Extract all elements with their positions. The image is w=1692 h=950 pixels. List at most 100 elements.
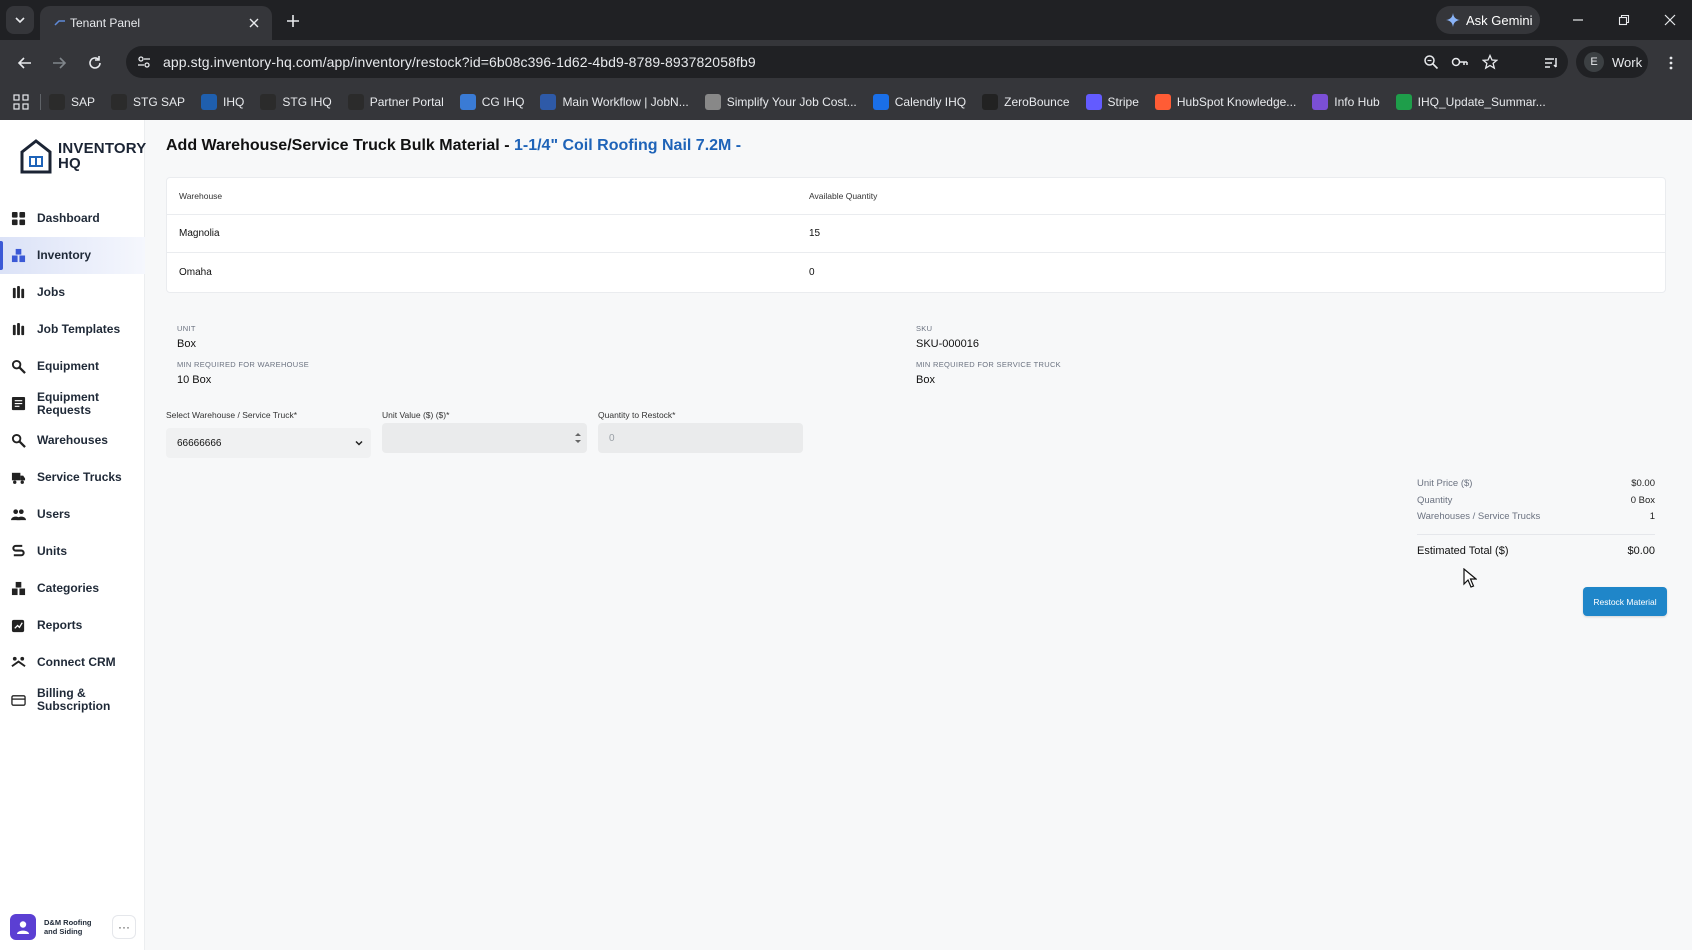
bookmark-item[interactable]: IHQ: [201, 94, 244, 110]
bookmark-star-icon[interactable]: [1481, 53, 1499, 71]
sidebar-item-equipment-requests[interactable]: Equipment Requests: [0, 385, 145, 422]
sidebar-item-categories[interactable]: Categories: [0, 570, 145, 607]
bookmark-label: STG IHQ: [282, 95, 332, 109]
plus-icon: [287, 15, 299, 27]
bookmark-item[interactable]: HubSpot Knowledge...: [1154, 94, 1296, 110]
sidebar-item-label: Jobs: [37, 285, 66, 299]
restore-button[interactable]: [1611, 8, 1637, 32]
estimated-total-label: Estimated Total ($): [1417, 544, 1509, 557]
new-tab-button[interactable]: [280, 8, 306, 34]
bookmark-item[interactable]: Simplify Your Job Cost...: [704, 94, 857, 110]
column-header-warehouse[interactable]: Warehouse: [179, 191, 222, 201]
sidebar-item-users[interactable]: Users: [0, 496, 145, 533]
site-info-icon[interactable]: [134, 52, 154, 72]
bookmark-item[interactable]: Info Hub: [1312, 94, 1380, 110]
bookmark-item[interactable]: Calendly IHQ: [872, 94, 967, 110]
sidebar-item-jobs[interactable]: Jobs: [0, 274, 145, 311]
profile-button[interactable]: E Work: [1576, 46, 1648, 78]
logo-text: INVENTORY HQ: [58, 141, 146, 171]
close-window-button[interactable]: [1657, 8, 1683, 32]
quantity-restock-label: Quantity to Restock*: [598, 410, 676, 420]
tab-search-button[interactable]: [6, 6, 34, 34]
logo-line-1: INVENTORY: [58, 140, 147, 157]
bookmark-favicon-icon: [1085, 94, 1102, 110]
bookmark-favicon-icon: [872, 94, 889, 110]
chevron-down-icon: [15, 17, 25, 24]
table-header-row: Warehouse Available Quantity: [167, 178, 1665, 215]
close-tab-icon[interactable]: [244, 13, 264, 33]
warehouse-select[interactable]: 66666666: [166, 428, 371, 458]
tenant-more-button[interactable]: ···: [112, 915, 136, 939]
bookmark-item[interactable]: Main Workflow | JobN...: [540, 94, 689, 110]
quantity-label: Quantity: [1417, 494, 1453, 506]
bookmark-item[interactable]: Partner Portal: [347, 94, 444, 110]
sidebar-item-label: Job Templates: [37, 322, 121, 336]
sidebar-item-billing-subscription[interactable]: Billing & Subscription: [0, 681, 145, 719]
browser-menu-button[interactable]: [1658, 50, 1684, 76]
bookmark-label: Info Hub: [1334, 95, 1380, 109]
bookmark-item[interactable]: IHQ_Update_Summar...: [1395, 94, 1546, 110]
sidebar-item-label: Equipment: [37, 359, 99, 373]
sidebar-nav: Dashboard Inventory Jobs Job Templates Equip…: [0, 200, 145, 719]
bookmark-label: Main Workflow | JobN...: [562, 95, 689, 109]
bookmark-item[interactable]: Stripe: [1085, 94, 1139, 110]
sidebar-item-equipment[interactable]: Equipment: [0, 348, 145, 385]
back-button[interactable]: [12, 50, 38, 76]
users-icon: [10, 507, 26, 523]
tenant-name: D&M Roofing and Siding: [44, 918, 92, 936]
sidebar-item-service-trucks[interactable]: Service Trucks: [0, 459, 145, 496]
bookmark-label: Calendly IHQ: [894, 95, 967, 109]
order-summary: Unit Price ($) $0.00 Quantity 0 Box Ware…: [1417, 478, 1655, 561]
categories-icon: [10, 581, 26, 597]
unit-price-value: $0.00: [1631, 478, 1655, 489]
bookmark-item[interactable]: ZeroBounce: [982, 94, 1070, 110]
min-warehouse-label: MIN REQUIRED FOR WAREHOUSE: [177, 360, 310, 369]
quantity-value: 0 Box: [1630, 494, 1655, 506]
bookmark-favicon-icon: [704, 94, 721, 110]
sidebar-item-dashboard[interactable]: Dashboard: [0, 200, 145, 237]
restock-material-button[interactable]: Restock Material: [1583, 587, 1667, 616]
bookmark-favicon-icon: [459, 94, 476, 110]
browser-chrome: Tenant Panel Ask Gemini app.stg.inventor…: [0, 0, 1692, 120]
sidebar-item-job-templates[interactable]: Job Templates: [0, 311, 145, 348]
sidebar-item-label: Users: [37, 507, 71, 521]
minimize-button[interactable]: [1565, 8, 1591, 32]
bookmark-item[interactable]: SAP: [49, 94, 95, 110]
password-key-icon[interactable]: [1451, 53, 1469, 71]
apps-grid-icon[interactable]: [10, 91, 32, 113]
bookmark-item[interactable]: STG IHQ: [260, 94, 332, 110]
sidebar-item-reports[interactable]: Reports: [0, 607, 145, 644]
summary-row-total: Estimated Total ($) $0.00: [1417, 545, 1655, 561]
profile-label: Work: [1612, 54, 1643, 70]
material-name-link[interactable]: 1-1/4" Coil Roofing Nail 7.2M -: [514, 137, 741, 154]
address-bar[interactable]: app.stg.inventory-hq.com/app/inventory/r…: [126, 46, 1568, 78]
mouse-cursor-icon: [1463, 568, 1477, 588]
zoom-icon[interactable]: [1422, 53, 1440, 71]
unit-value-input[interactable]: [382, 423, 587, 453]
column-header-available-quantity[interactable]: Available Quantity: [809, 191, 877, 201]
ask-gemini-button[interactable]: Ask Gemini: [1436, 6, 1540, 34]
app-logo[interactable]: INVENTORY HQ: [20, 138, 146, 174]
forward-button[interactable]: [46, 50, 72, 76]
min-warehouse-value: 10 Box: [177, 374, 212, 386]
page-title-prefix: Add Warehouse/Service Truck Bulk Materia…: [166, 137, 514, 154]
number-spinner-icon[interactable]: [573, 431, 583, 445]
bookmark-item[interactable]: CG IHQ: [459, 94, 524, 110]
unit-value-label: Unit Value ($) ($)*: [382, 410, 450, 420]
sidebar-item-units[interactable]: Units: [0, 533, 145, 570]
reload-button[interactable]: [82, 50, 108, 76]
reading-list-button[interactable]: [1538, 50, 1564, 76]
unit-price-label: Unit Price ($): [1417, 478, 1473, 489]
browser-tab[interactable]: Tenant Panel: [40, 6, 272, 40]
sidebar-item-connect-crm[interactable]: Connect CRM: [0, 644, 145, 681]
inventory-icon: [10, 248, 26, 264]
tenant-switcher[interactable]: D&M Roofing and Siding ···: [10, 912, 136, 942]
reload-icon: [89, 56, 101, 69]
select-warehouse-label: Select Warehouse / Service Truck*: [166, 410, 298, 420]
sidebar-item-warehouses[interactable]: Warehouses: [0, 422, 145, 459]
bookmark-label: ZeroBounce: [1004, 95, 1070, 109]
quantity-restock-input[interactable]: 0: [598, 423, 803, 453]
bookmark-item[interactable]: STG SAP: [111, 94, 185, 110]
sidebar-item-inventory[interactable]: Inventory: [0, 237, 145, 274]
sidebar: INVENTORY HQ Dashboard Inventory Jobs Job T…: [0, 120, 146, 950]
